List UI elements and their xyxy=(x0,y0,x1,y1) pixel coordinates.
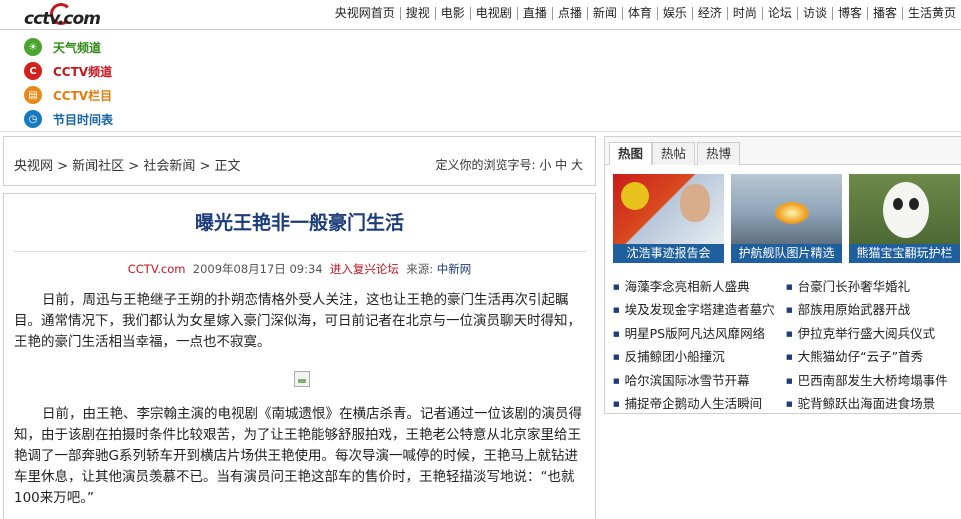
divider xyxy=(0,131,961,132)
breadcrumb[interactable]: 央视网 > 新闻社区 > 社会新闻 > 正文 xyxy=(14,155,240,174)
source-agency: 中新网 xyxy=(436,262,472,276)
channel-list: ☀ 天气频道 C CCTV频道 ▤ CCTV栏目 ◷ 节目时间表 xyxy=(24,35,113,131)
channel-label: 天气频道 xyxy=(53,40,102,55)
top-nav: 央视网首页 搜视 电影 电视剧 直播 点播 新闻 体育 娱乐 经济 时尚 论坛 … xyxy=(330,7,961,20)
top-bar: cctv.com 央视网首页 搜视 电影 电视剧 直播 点播 新闻 体育 娱乐 … xyxy=(0,0,961,30)
news-row: 埃及发现金字塔建造者墓穴部族用原始武器开战 xyxy=(613,298,959,321)
hot-panel: 热图 热帖 热博 沈浩事迹报告会 护航舰队图片精选 熊猫宝宝翻玩护栏 海藻李念亮… xyxy=(604,136,961,414)
title-divider xyxy=(14,251,586,252)
cctv-icon: C xyxy=(24,62,42,80)
hot-news-list: 海藻李念亮相新人盛典台豪门长孙奢华婚礼 埃及发现金字塔建造者墓穴部族用原始武器开… xyxy=(613,275,959,415)
cctv-logo[interactable]: cctv.com xyxy=(24,3,101,29)
news-link[interactable]: 明星PS版阿凡达风靡网络 xyxy=(613,322,786,345)
nav-item-yellow-pages[interactable]: 生活黄页 xyxy=(901,7,961,20)
news-row: 海藻李念亮相新人盛典台豪门长孙奢华婚礼 xyxy=(613,275,959,298)
article-meta: CCTV.com 2009年08月17日 09:34 进入复兴论坛 来源: 中新… xyxy=(4,261,595,277)
nav-item-economy[interactable]: 经济 xyxy=(691,7,727,20)
nav-item-news[interactable]: 新闻 xyxy=(586,7,622,20)
column-icon: ▤ xyxy=(24,86,42,104)
article-title: 曝光王艳非一般豪门生活 xyxy=(194,212,404,234)
font-size-selector[interactable]: 定义你的浏览字号: 小 中 大 xyxy=(436,156,584,173)
news-row: 反捕鲸团小船撞沉大熊猫幼仔“云子”首秀 xyxy=(613,345,959,368)
news-link[interactable]: 反捕鲸团小船撞沉 xyxy=(613,345,786,368)
photo-item[interactable]: 熊猫宝宝翻玩护栏 xyxy=(849,174,960,263)
source-label: 来源: xyxy=(406,262,434,276)
channel-columns[interactable]: ▤ CCTV栏目 xyxy=(24,83,113,107)
channel-label: CCTV栏目 xyxy=(53,88,113,103)
source-site[interactable]: CCTV.com xyxy=(128,262,186,276)
news-link[interactable]: 大熊猫幼仔“云子”首秀 xyxy=(786,345,959,368)
nav-item-sports[interactable]: 体育 xyxy=(621,7,657,20)
photo-naval-escort[interactable] xyxy=(731,174,842,244)
weather-icon: ☀ xyxy=(24,38,42,56)
article: 曝光王艳非一般豪门生活 CCTV.com 2009年08月17日 09:34 进… xyxy=(3,193,596,519)
nav-item-movies[interactable]: 电影 xyxy=(434,7,470,20)
news-link[interactable]: 部族用原始武器开战 xyxy=(786,298,959,321)
article-paragraph: 日前，周迅与王艳继子王朔的扑朔恋情格外受人关注，这也让王艳的豪门生活再次引起瞩目… xyxy=(14,292,581,350)
article-paragraph: 日前，由王艳、李宗翰主演的电视剧《南城遗恨》在横店杀青。记者通过一位该剧的演员得… xyxy=(14,406,582,506)
channel-weather[interactable]: ☀ 天气频道 xyxy=(24,35,113,59)
photo-caption[interactable]: 熊猫宝宝翻玩护栏 xyxy=(849,244,960,263)
breadcrumb-bar: 央视网 > 新闻社区 > 社会新闻 > 正文 定义你的浏览字号: 小 中 大 xyxy=(3,136,596,186)
photo-caption[interactable]: 沈浩事迹报告会 xyxy=(613,244,724,263)
broken-image-icon xyxy=(294,371,310,387)
photo-report-meeting[interactable] xyxy=(613,174,724,244)
photo-item[interactable]: 沈浩事迹报告会 xyxy=(613,174,724,263)
nav-item-home[interactable]: 央视网首页 xyxy=(330,7,400,20)
publish-time: 2009年08月17日 09:34 xyxy=(192,262,323,276)
channel-label: 节目时间表 xyxy=(53,112,114,127)
nav-item-interviews[interactable]: 访谈 xyxy=(796,7,832,20)
nav-item-entertainment[interactable]: 娱乐 xyxy=(656,7,692,20)
channel-cctv[interactable]: C CCTV频道 xyxy=(24,59,113,83)
logo-text: cctv.com xyxy=(24,9,101,29)
hot-tabs: 热图 热帖 热博 xyxy=(605,137,961,165)
news-row: 明星PS版阿凡达风靡网络伊拉克举行盛大阅兵仪式 xyxy=(613,322,959,345)
news-link[interactable]: 哈尔滨国际冰雪节开幕 xyxy=(613,369,786,392)
news-row: 哈尔滨国际冰雪节开幕巴西南部发生大桥垮塌事件 xyxy=(613,369,959,392)
schedule-icon: ◷ xyxy=(24,110,42,128)
news-link[interactable]: 伊拉克举行盛大阅兵仪式 xyxy=(786,322,959,345)
nav-item-forum[interactable]: 论坛 xyxy=(761,7,797,20)
news-link[interactable]: 台豪门长孙奢华婚礼 xyxy=(786,275,959,298)
tab-hot-posts[interactable]: 热帖 xyxy=(652,142,696,165)
nav-item-live[interactable]: 直播 xyxy=(516,7,552,20)
channel-schedule[interactable]: ◷ 节目时间表 xyxy=(24,107,113,131)
channel-label: CCTV频道 xyxy=(53,64,113,79)
nav-item-search-tv[interactable]: 搜视 xyxy=(399,7,435,20)
news-link[interactable]: 埃及发现金字塔建造者墓穴 xyxy=(613,298,786,321)
news-link[interactable]: 巴西南部发生大桥垮塌事件 xyxy=(786,369,959,392)
news-link[interactable]: 捕捉帝企鹅动人生活瞬间 xyxy=(613,392,786,415)
tab-hot-pictures[interactable]: 热图 xyxy=(609,142,653,165)
photo-caption[interactable]: 护航舰队图片精选 xyxy=(731,244,842,263)
news-link[interactable]: 海藻李念亮相新人盛典 xyxy=(613,275,786,298)
nav-item-vod[interactable]: 点播 xyxy=(551,7,587,20)
photo-strip: 沈浩事迹报告会 护航舰队图片精选 熊猫宝宝翻玩护栏 xyxy=(613,174,961,263)
news-row: 捕捉帝企鹅动人生活瞬间驼背鲸跃出海面进食场景 xyxy=(613,392,959,415)
photo-item[interactable]: 护航舰队图片精选 xyxy=(731,174,842,263)
nav-item-podcast[interactable]: 播客 xyxy=(866,7,902,20)
nav-item-fashion[interactable]: 时尚 xyxy=(726,7,762,20)
photo-panda[interactable] xyxy=(849,174,960,244)
nav-item-blog[interactable]: 博客 xyxy=(831,7,867,20)
news-link[interactable]: 驼背鲸跃出海面进食场景 xyxy=(786,392,959,415)
tab-hot-blogs[interactable]: 热博 xyxy=(697,142,741,165)
nav-item-tv-series[interactable]: 电视剧 xyxy=(469,7,517,20)
forum-link[interactable]: 进入复兴论坛 xyxy=(330,262,399,276)
